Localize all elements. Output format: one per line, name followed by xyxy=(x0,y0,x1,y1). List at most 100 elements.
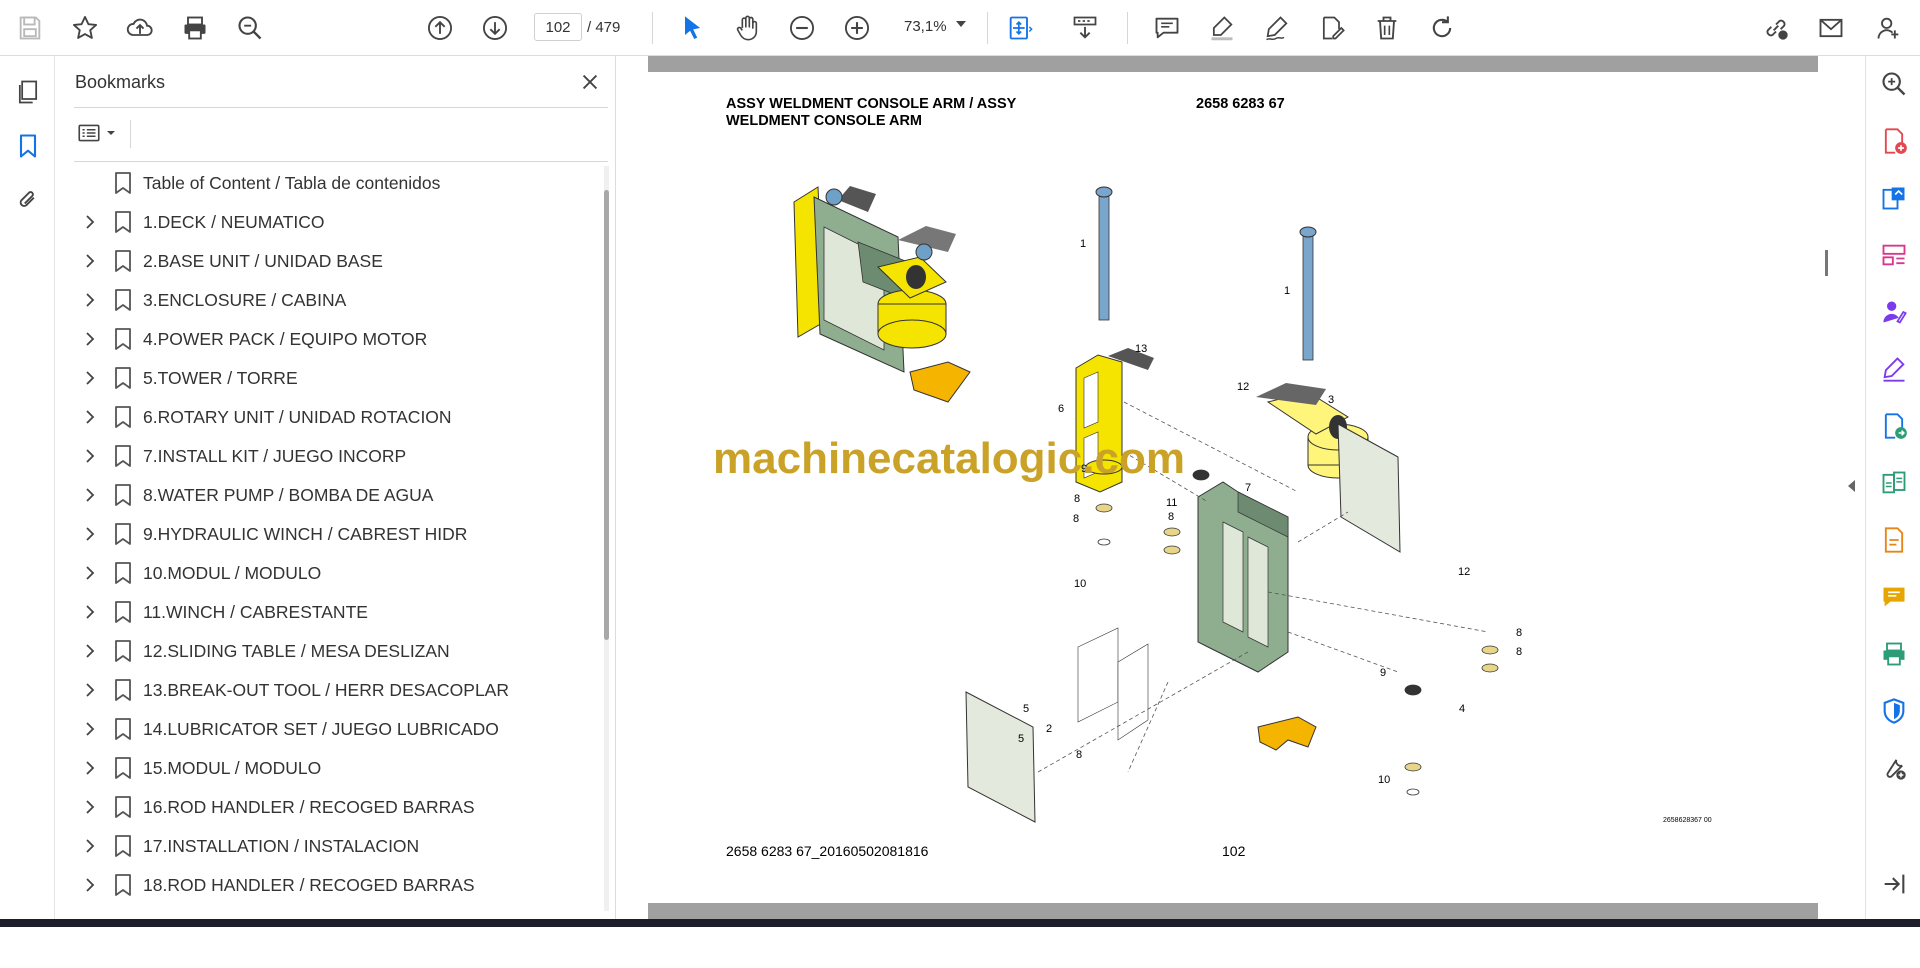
bookmark-item[interactable]: 18.ROD HANDLER / RECOGED BARRAS xyxy=(74,870,594,900)
chevron-right-icon[interactable] xyxy=(82,526,98,542)
zoom-in-icon[interactable] xyxy=(837,8,877,48)
callout-number: 8 xyxy=(1516,646,1522,658)
callout-number: 11 xyxy=(1166,497,1177,509)
callout-number: 3 xyxy=(1328,394,1334,406)
create-pdf-icon[interactable] xyxy=(1876,123,1912,159)
bookmark-item[interactable]: 17.INSTALLATION / INSTALACION xyxy=(74,831,594,861)
bookmark-item[interactable]: 11.WINCH / CABRESTANTE xyxy=(74,597,594,627)
print-icon[interactable] xyxy=(175,8,215,48)
chevron-right-icon[interactable] xyxy=(82,721,98,737)
panel-part-5-right xyxy=(1337,423,1401,553)
hand-icon[interactable] xyxy=(727,8,767,48)
bookmark-item[interactable]: 7.INSTALL KIT / JUEGO INCORP xyxy=(74,441,594,471)
highlight-icon[interactable] xyxy=(1202,8,1242,48)
page-down-icon[interactable] xyxy=(475,8,515,48)
bookmark-item[interactable]: 8.WATER PUMP / BOMBA DE AGUA xyxy=(74,480,594,510)
document-page: ASSY WELDMENT CONSOLE ARM / ASSY WELDMEN… xyxy=(648,72,1818,903)
chevron-right-icon[interactable] xyxy=(82,643,98,659)
callout-number: 7 xyxy=(1245,482,1251,494)
callout-number: 8 xyxy=(1076,749,1082,761)
close-icon[interactable] xyxy=(576,68,604,96)
bookmark-item[interactable]: 13.BREAK-OUT TOOL / HERR DESACOPLAR xyxy=(74,675,594,705)
callout-number: 1 xyxy=(1080,238,1086,250)
chevron-right-icon[interactable] xyxy=(82,409,98,425)
star-icon[interactable] xyxy=(65,8,105,48)
zoom-select[interactable]: 73,1% xyxy=(896,13,976,41)
vent-panel-part-2 xyxy=(1077,627,1149,741)
bookmark-item[interactable]: 6.ROTARY UNIT / UNIDAD ROTACION xyxy=(74,402,594,432)
left-nav-rail xyxy=(0,56,55,919)
fill-sign-icon[interactable] xyxy=(1876,351,1912,387)
bookmark-item[interactable]: 3.ENCLOSURE / CABINA xyxy=(74,285,594,315)
draw-icon[interactable] xyxy=(1257,8,1297,48)
mail-icon[interactable] xyxy=(1811,8,1851,48)
chevron-right-icon[interactable] xyxy=(82,604,98,620)
bookmark-item[interactable]: 16.ROD HANDLER / RECOGED BARRAS xyxy=(74,792,594,822)
account-icon[interactable] xyxy=(1869,8,1909,48)
bookmark-item[interactable]: 14.LUBRICATOR SET / JUEGO LUBRICADO xyxy=(74,714,594,744)
chevron-right-icon[interactable] xyxy=(82,838,98,854)
chevron-right-icon[interactable] xyxy=(82,682,98,698)
chevron-right-icon[interactable] xyxy=(82,292,98,308)
export-pdf-icon[interactable] xyxy=(1876,180,1912,216)
bookmark-item[interactable]: 9.HYDRAULIC WINCH / CABREST HIDR xyxy=(74,519,594,549)
rotate-icon[interactable] xyxy=(1422,8,1462,48)
delete-icon[interactable] xyxy=(1367,8,1407,48)
bookmark-icon xyxy=(115,601,131,623)
chevron-right-icon[interactable] xyxy=(82,760,98,776)
save-icon[interactable] xyxy=(10,8,50,48)
bookmark-item[interactable]: 2.BASE UNIT / UNIDAD BASE xyxy=(74,246,594,276)
page-number-input[interactable]: 102 xyxy=(534,13,582,41)
bookmark-label: 2.BASE UNIT / UNIDAD BASE xyxy=(143,251,383,271)
bookmark-item[interactable]: 12.SLIDING TABLE / MESA DESLIZAN xyxy=(74,636,594,666)
page-thumbnails-icon[interactable] xyxy=(8,72,48,112)
edit-icon[interactable] xyxy=(1312,8,1352,48)
bookmark-item[interactable]: 1.DECK / NEUMATICO xyxy=(74,207,594,237)
organize-pages-icon[interactable] xyxy=(1876,237,1912,273)
bookmark-icon xyxy=(115,406,131,428)
chevron-down-icon[interactable] xyxy=(956,21,966,27)
bookmark-scroll-thumb[interactable] xyxy=(604,190,609,640)
chevron-right-icon[interactable] xyxy=(82,877,98,893)
collapse-right-panel-icon[interactable] xyxy=(1848,480,1855,492)
find-icon[interactable] xyxy=(230,8,270,48)
search-zoom-icon[interactable] xyxy=(1876,66,1912,102)
comment-icon[interactable] xyxy=(1147,8,1187,48)
bookmark-options-button[interactable] xyxy=(76,118,128,148)
compare-files-icon[interactable] xyxy=(1876,465,1912,501)
chevron-right-icon[interactable] xyxy=(82,331,98,347)
request-signatures-icon[interactable] xyxy=(1876,294,1912,330)
send-for-review-icon[interactable] xyxy=(1876,408,1912,444)
zoom-out-icon[interactable] xyxy=(782,8,822,48)
collapse-tools-icon[interactable] xyxy=(1876,866,1912,902)
bookmark-item[interactable]: 5.TOWER / TORRE xyxy=(74,363,594,393)
chevron-right-icon[interactable] xyxy=(82,565,98,581)
chevron-right-icon[interactable] xyxy=(82,799,98,815)
chevron-right-icon[interactable] xyxy=(82,214,98,230)
chevron-right-icon[interactable] xyxy=(82,253,98,269)
chevron-right-icon[interactable] xyxy=(82,448,98,464)
edit-pdf-icon[interactable] xyxy=(1876,522,1912,558)
comment-tool-icon[interactable] xyxy=(1876,579,1912,615)
select-arrow-icon[interactable] xyxy=(672,8,712,48)
share-link-icon[interactable] xyxy=(1756,8,1796,48)
protect-icon[interactable] xyxy=(1876,693,1912,729)
fit-page-icon[interactable] xyxy=(1000,8,1040,48)
document-scroll-indicator[interactable] xyxy=(1825,250,1828,276)
chevron-right-icon[interactable] xyxy=(82,487,98,503)
bookmark-item[interactable]: 10.MODUL / MODULO xyxy=(74,558,594,588)
more-tools-icon[interactable] xyxy=(1876,750,1912,786)
page-up-icon[interactable] xyxy=(420,8,460,48)
scroll-mode-icon[interactable] xyxy=(1065,8,1105,48)
attachments-icon[interactable] xyxy=(8,180,48,220)
bookmark-item[interactable]: 4.POWER PACK / EQUIPO MOTOR xyxy=(74,324,594,354)
chevron-right-icon[interactable] xyxy=(82,370,98,386)
print-production-icon[interactable] xyxy=(1876,636,1912,672)
upload-icon[interactable] xyxy=(120,8,160,48)
bookmark-item[interactable]: 15.MODUL / MODULO xyxy=(74,753,594,783)
bookmark-label: 10.MODUL / MODULO xyxy=(143,563,322,583)
bookmarks-icon[interactable] xyxy=(8,126,48,166)
list-options-icon xyxy=(78,124,100,142)
bookmark-item[interactable]: Table of Content / Tabla de contenidos xyxy=(74,168,594,198)
bookmark-icon xyxy=(115,874,131,896)
